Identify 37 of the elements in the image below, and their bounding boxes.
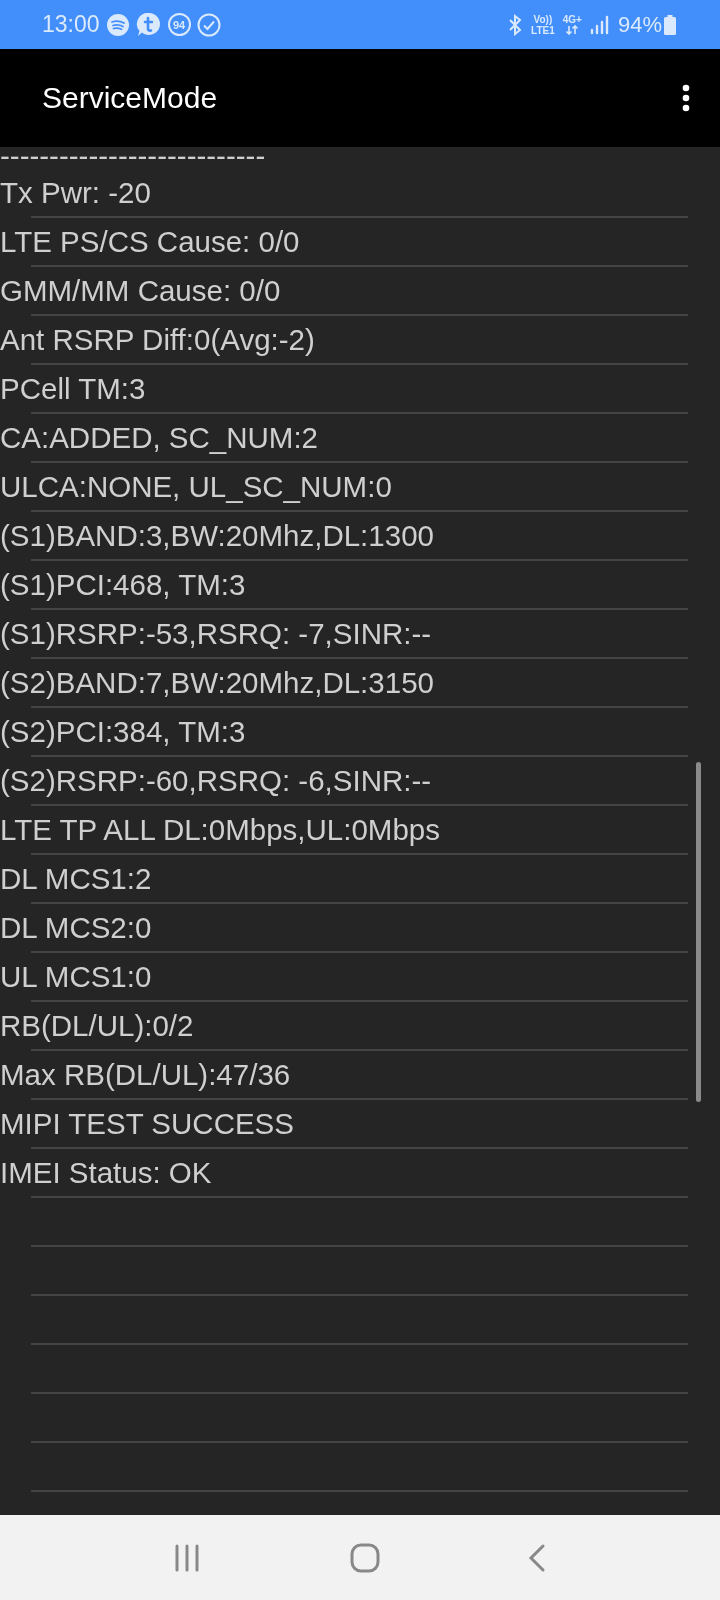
info-line: (S1)RSRP:-53,RSRQ: -7,SINR:-- [0,616,432,651]
info-line: Max RB(DL/UL):47/36 [0,1057,291,1092]
music-app-icon [105,12,130,37]
check-circle-icon [196,12,221,37]
count-badge: 94 [167,13,191,36]
info-line: GMM/MM Cause: 0/0 [0,273,281,308]
info-line: ULCA:NONE, UL_SC_NUM:0 [0,469,392,504]
info-line: CA:ADDED, SC_NUM:2 [0,420,318,455]
recent-apps-icon[interactable] [174,1543,202,1572]
info-line: (S2)RSRP:-60,RSRQ: -6,SINR:-- [0,763,432,798]
volte-indicator: Vo)) LTE1 [531,13,555,36]
info-line: PCell TM:3 [0,371,146,406]
info-line: LTE PS/CS Cause: 0/0 [0,224,300,259]
info-line: Ant RSRP Diff:0(Avg:-2) [0,322,315,357]
clock-time: 13:00 [42,11,100,38]
app-title: ServiceMode [42,81,218,115]
info-line: RB(DL/UL):0/2 [0,1008,194,1043]
info-line: UL MCS1:0 [0,959,152,994]
info-line: DL MCS2:0 [0,910,152,945]
network-indicator: 4G+ [562,14,582,35]
separator-line-text: --------------------------- [0,147,266,167]
info-line: IMEI Status: OK [0,1155,212,1190]
info-line: (S1)BAND:3,BW:20Mhz,DL:1300 [0,518,434,553]
battery-icon [664,14,676,35]
battery-percent: 94% [617,11,662,38]
info-line: LTE TP ALL DL:0Mbps,UL:0Mbps [0,812,440,847]
info-line: (S2)PCI:384, TM:3 [0,714,246,749]
info-line: DL MCS1:2 [0,861,152,896]
home-icon[interactable] [350,1542,380,1573]
chat-bubble-icon [135,11,162,38]
bluetooth-icon [507,13,524,36]
info-line: MIPI TEST SUCCESS [0,1106,294,1141]
signal-icon [589,14,610,35]
info-line: (S1)PCI:468, TM:3 [0,567,246,602]
info-line: Tx Pwr: -20 [0,175,151,210]
back-icon[interactable] [528,1543,546,1572]
info-line: (S2)BAND:7,BW:20Mhz,DL:3150 [0,665,434,700]
